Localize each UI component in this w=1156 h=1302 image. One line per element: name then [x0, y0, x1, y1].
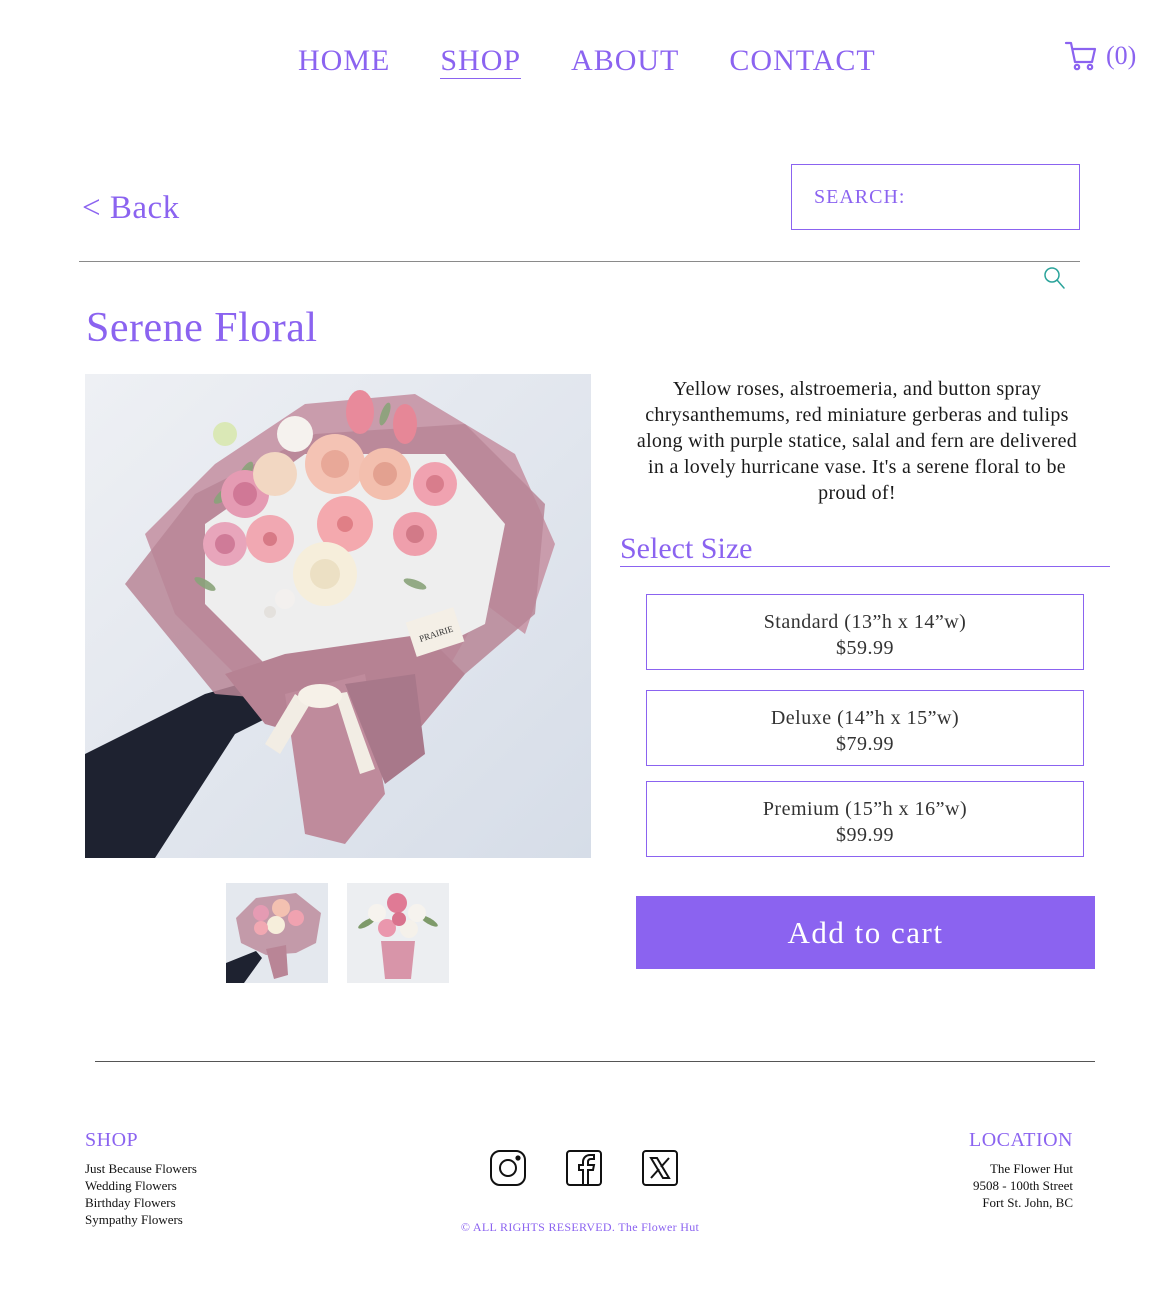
select-size-heading: Select Size — [620, 532, 1110, 567]
nav-about[interactable]: ABOUT — [571, 44, 679, 79]
footer-link-wedding[interactable]: Wedding Flowers — [85, 1177, 197, 1194]
size-option-price: $59.99 — [836, 637, 894, 659]
add-to-cart-button[interactable]: Add to cart — [636, 896, 1095, 969]
footer-location-address: The Flower Hut 9508 - 100th Street Fort … — [973, 1160, 1073, 1211]
thumbnail-image — [347, 883, 449, 983]
nav-home[interactable]: HOME — [298, 44, 390, 79]
footer-divider — [95, 1061, 1095, 1062]
search-input[interactable] — [814, 185, 1079, 209]
size-option-name: Deluxe (14”h x 15”w) — [770, 707, 960, 729]
shopping-cart-icon — [1064, 41, 1097, 71]
header-divider — [79, 261, 1080, 262]
size-option-name: Premium (15”h x 16”w) — [762, 798, 968, 820]
size-option-standard[interactable]: Standard (13”h x 14”w) $59.99 — [646, 594, 1084, 670]
thumbnail-vase-arrangement[interactable] — [347, 883, 449, 983]
size-option-price: $79.99 — [836, 733, 894, 755]
footer-location-heading: LOCATION — [969, 1129, 1073, 1151]
footer-link-birthday[interactable]: Birthday Flowers — [85, 1194, 197, 1211]
footer-link-just-because[interactable]: Just Because Flowers — [85, 1160, 197, 1177]
cart-button[interactable]: (0) — [1064, 40, 1136, 72]
facebook-icon[interactable] — [564, 1148, 604, 1188]
footer-shop-links: Just Because Flowers Wedding Flowers Bir… — [85, 1160, 197, 1228]
x-icon[interactable] — [640, 1148, 680, 1188]
address-line-street: 9508 - 100th Street — [972, 1178, 1073, 1193]
size-option-price: $99.99 — [836, 824, 894, 846]
search-box — [791, 164, 1080, 230]
social-links — [488, 1148, 680, 1188]
back-link[interactable]: < Back — [82, 190, 180, 227]
cart-count: (0) — [1106, 41, 1137, 70]
nav-shop[interactable]: SHOP — [440, 44, 522, 79]
product-description: Yellow roses, alstroemeria, and button s… — [636, 378, 1078, 504]
product-title: Serene Floral — [86, 305, 318, 351]
search-icon[interactable] — [1042, 266, 1066, 290]
address-line-city: Fort St. John, BC — [982, 1195, 1073, 1210]
footer-shop-heading: SHOP — [85, 1129, 139, 1151]
product-main-image: PRAIRIE — [85, 374, 591, 858]
size-option-name: Standard (13”h x 14”w) — [763, 611, 967, 633]
nav-contact[interactable]: CONTACT — [729, 44, 875, 79]
instagram-icon[interactable] — [488, 1148, 528, 1188]
address-line-name: The Flower Hut — [989, 1161, 1073, 1176]
thumbnail-image — [226, 883, 328, 983]
main-nav: HOME SHOP ABOUT CONTACT — [298, 44, 876, 79]
copyright-text: © ALL RIGHTS RESERVED. The Flower Hut — [460, 1220, 700, 1234]
thumbnail-bouquet-wrapped[interactable] — [226, 883, 328, 983]
bouquet-illustration: PRAIRIE — [85, 374, 591, 858]
size-option-deluxe[interactable]: Deluxe (14”h x 15”w) $79.99 — [646, 690, 1084, 766]
size-option-premium[interactable]: Premium (15”h x 16”w) $99.99 — [646, 781, 1084, 857]
